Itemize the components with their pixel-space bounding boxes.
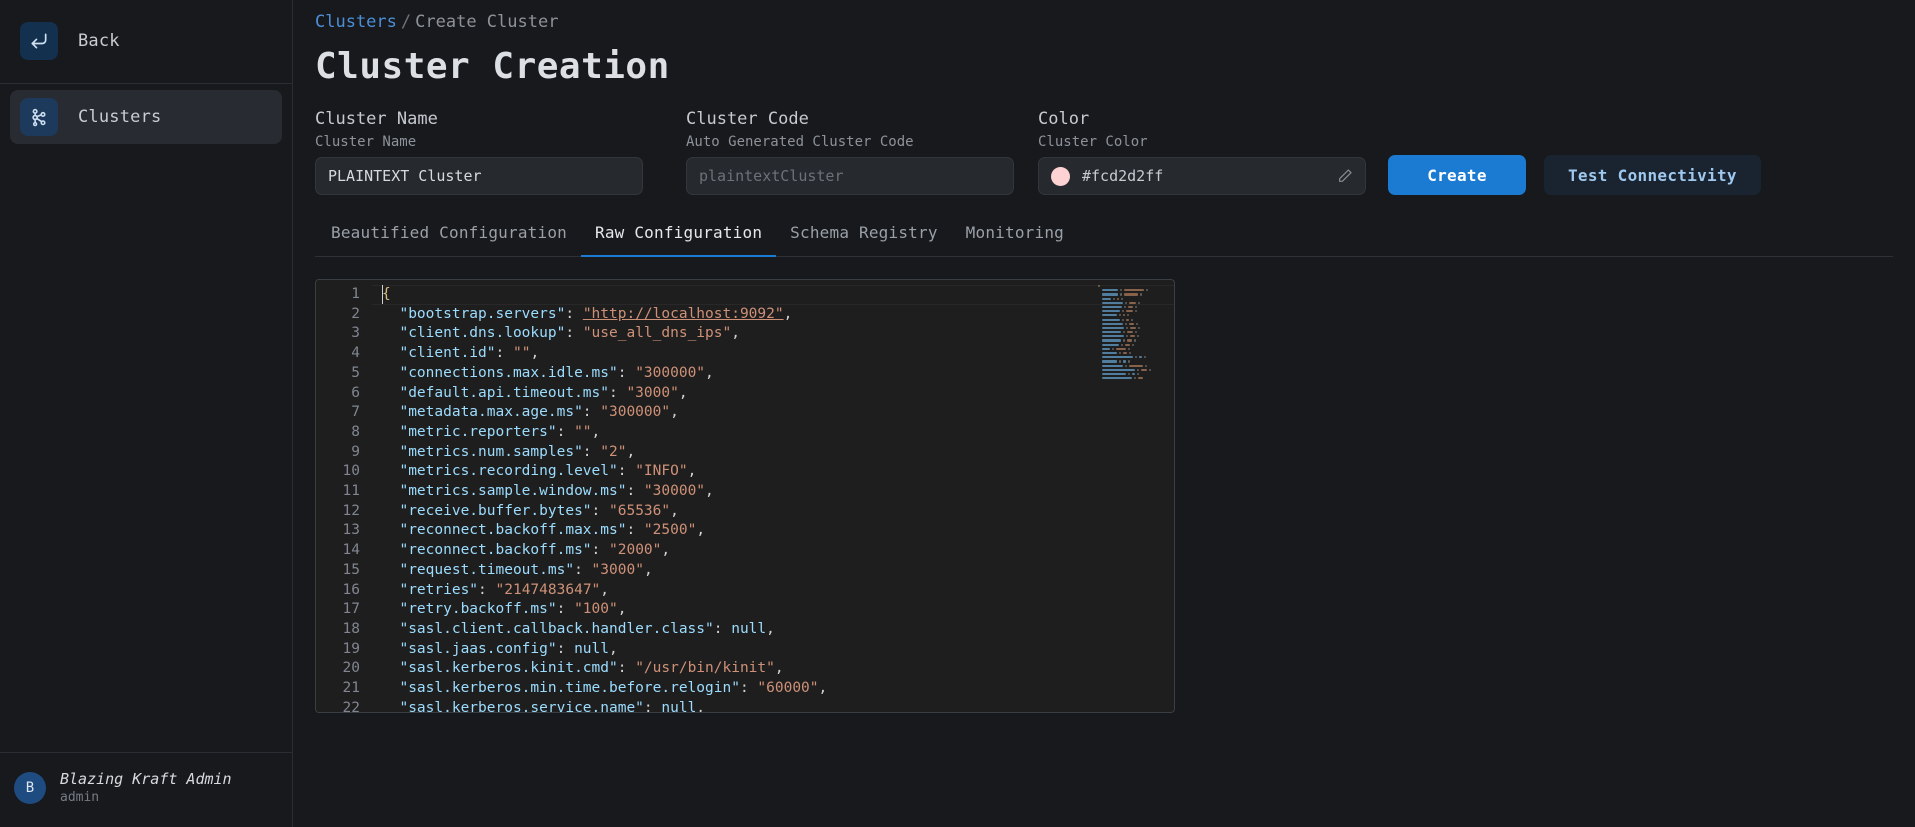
sidebar-back-label: Back [78,31,120,51]
line-number: 10 [342,463,360,480]
tab-raw-configuration[interactable]: Raw Configuration [581,223,777,257]
code-line: "metrics.recording.level": "INFO", [399,463,697,480]
code-line: "sasl.kerberos.kinit.cmd": "/usr/bin/kin… [399,660,784,677]
sidebar: Back Clusters B Blazing Kraft Admin admi… [0,0,293,827]
cluster-color-field-group: Color Cluster Color #fcd2d2ff [1038,109,1366,195]
cluster-code-field-group: Cluster Code Auto Generated Cluster Code… [686,109,1014,195]
app-root: Back Clusters B Blazing Kraft Admin admi… [0,0,1915,827]
code-line: "sasl.client.callback.handler.class": nu… [399,620,775,637]
tab-schema-registry[interactable]: Schema Registry [776,223,952,257]
line-number: 17 [342,601,360,618]
user-info: Blazing Kraft Admin admin [60,769,232,807]
code-line: "client.id": "", [399,345,540,362]
line-number: 6 [351,384,360,401]
code-line: "metadata.max.age.ms": "300000", [399,404,679,421]
code-line: "reconnect.backoff.ms": "2000", [399,542,671,559]
cluster-code-subtitle: Auto Generated Cluster Code [686,134,914,150]
code-line: "retry.backoff.ms": "100", [399,601,627,618]
line-number: 1 [351,286,360,302]
line-number: 16 [342,581,360,598]
line-number: 22 [342,699,360,713]
raw-configuration-editor[interactable]: 1234567891011121314151617181920212223 { … [315,279,1175,713]
code-line: "sasl.kerberos.service.name": null, [399,699,706,712]
breadcrumb-separator: / [400,12,412,32]
line-number: 21 [342,680,360,697]
code-line: "client.dns.lookup": "use_all_dns_ips", [399,325,740,342]
code-line: "bootstrap.servers": "http://localhost:9… [399,305,793,322]
cluster-color-input[interactable]: #fcd2d2ff [1038,157,1366,195]
line-number: 12 [342,502,360,519]
editor-caret [382,285,383,304]
test-connectivity-button[interactable]: Test Connectivity [1544,155,1761,195]
sidebar-top: Back [0,0,292,84]
cluster-code-input[interactable]: plaintextCluster [686,157,1014,195]
sidebar-item-label: Clusters [78,107,162,127]
create-button[interactable]: Create [1388,155,1526,195]
line-number: 4 [351,345,360,362]
code-line: "retries": "2147483647", [399,581,610,598]
editor-line-numbers: 1234567891011121314151617181920212223 [316,280,372,712]
cluster-name-input[interactable]: PLAINTEXT Cluster [315,157,643,195]
clusters-icon [20,98,58,136]
editor-active-line-highlight [372,285,1174,305]
sidebar-item-clusters[interactable]: Clusters [10,90,282,144]
cluster-code-title: Cluster Code [686,109,809,129]
editor-minimap[interactable] [1098,284,1160,432]
line-number: 5 [351,364,360,381]
code-line: "metric.reporters": "", [399,423,601,440]
code-line: "metrics.num.samples": "2", [399,443,636,460]
editor-code-area[interactable]: { "bootstrap.servers": "http://localhost… [372,280,1174,712]
line-number: 7 [351,404,360,421]
line-number: 2 [351,305,360,322]
breadcrumb-clusters-link[interactable]: Clusters [315,12,397,32]
line-number: 14 [342,542,360,559]
cluster-name-field-group: Cluster Name Cluster Name PLAINTEXT Clus… [315,109,643,195]
code-line: "sasl.jaas.config": null, [399,640,618,657]
cluster-name-title: Cluster Name [315,109,438,129]
color-swatch [1051,166,1070,186]
line-number: 20 [342,660,360,677]
line-number: 13 [342,522,360,539]
config-tabs: Beautified Configuration Raw Configuratio… [315,223,1893,257]
breadcrumb: Clusters / Create Cluster [315,8,1893,32]
breadcrumb-current: Create Cluster [415,12,559,32]
avatar: B [14,772,46,805]
main-content: Clusters / Create Cluster Cluster Creation… [293,0,1915,827]
editor-body: 1234567891011121314151617181920212223 { … [316,280,1174,712]
tab-beautified-configuration[interactable]: Beautified Configuration [317,223,581,257]
code-line: "reconnect.backoff.max.ms": "2500", [399,522,706,539]
code-line: "request.timeout.ms": "3000", [399,561,653,578]
color-value: #fcd2d2ff [1082,167,1164,185]
page-title: Cluster Creation [315,46,670,87]
code-line: "default.api.timeout.ms": "3000", [399,384,688,401]
line-number: 18 [342,620,360,637]
user-name: Blazing Kraft Admin [60,770,232,789]
code-line: "metrics.sample.window.ms": "30000", [399,483,714,500]
line-number: 11 [342,483,360,500]
code-line: "sasl.kerberos.min.time.before.relogin":… [399,680,828,697]
color-subtitle: Cluster Color [1038,134,1148,150]
line-number: 15 [342,561,360,578]
cluster-form-row: Cluster Name Cluster Name PLAINTEXT Clus… [315,109,1893,195]
code-line: "receive.buffer.bytes": "65536", [399,502,679,519]
back-arrow-icon [20,22,58,60]
tab-monitoring[interactable]: Monitoring [952,223,1078,257]
content-inner: Clusters / Create Cluster Cluster Creation… [293,0,1915,713]
code-line: "connections.max.idle.ms": "300000", [399,364,714,381]
line-number: 9 [351,443,360,460]
color-title: Color [1038,109,1090,129]
line-number: 3 [351,325,360,342]
sidebar-back-button[interactable]: Back [10,14,282,68]
sidebar-user-section[interactable]: B Blazing Kraft Admin admin [0,752,292,827]
cluster-name-subtitle: Cluster Name [315,134,417,150]
line-number: 19 [342,640,360,657]
editor-scrollbar[interactable] [1162,280,1174,712]
pencil-icon[interactable] [1337,168,1353,184]
line-number: 8 [351,423,360,440]
minimap-line [1098,376,1160,380]
user-role: admin [60,790,100,806]
